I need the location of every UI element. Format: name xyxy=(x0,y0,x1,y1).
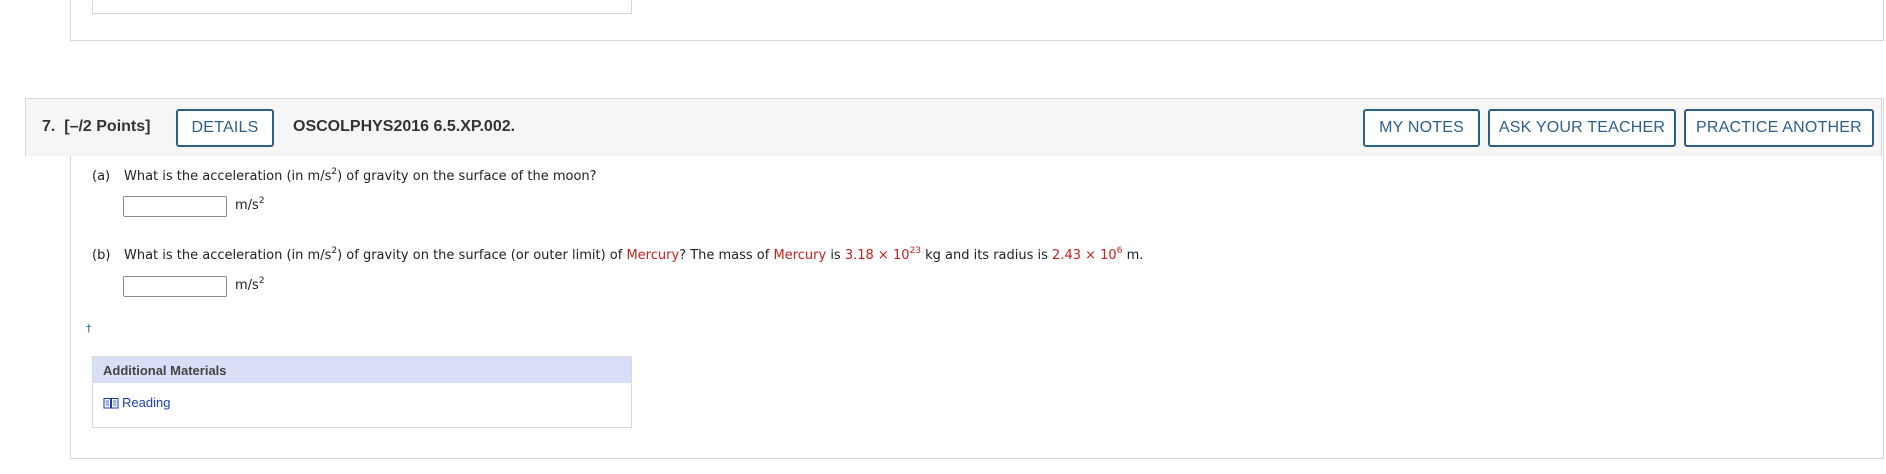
part-b-text-3: ? The mass of xyxy=(679,248,774,263)
part-a-unit-superscript: 2 xyxy=(258,195,265,206)
points-label: [–/2 Points] xyxy=(64,118,151,135)
part-b-unit-text: m/s xyxy=(235,278,259,293)
mass-exponent: 23 xyxy=(909,245,921,256)
planet-name: Mercury xyxy=(626,248,680,263)
part-b-label: (b) xyxy=(92,248,111,263)
previous-question-inner-box xyxy=(92,0,632,14)
radius-exponent: 6 xyxy=(1116,245,1123,256)
ask-your-teacher-button[interactable]: ASK YOUR TEACHER xyxy=(1488,109,1676,147)
part-a-text-end: ) of gravity on the surface of the moon? xyxy=(337,169,597,184)
part-a-superscript: 2 xyxy=(331,166,338,177)
radius-value: 2.43 × 106 xyxy=(1052,245,1123,263)
footnote-dagger: † xyxy=(86,322,92,335)
question-code: OSCOLPHYS2016 6.5.XP.002. xyxy=(293,118,516,135)
radius-mantissa: 2.43 × 10 xyxy=(1052,248,1117,263)
book-icon xyxy=(103,397,119,408)
practice-another-button[interactable]: PRACTICE ANOTHER xyxy=(1684,109,1874,147)
part-a-unit: m/s2 xyxy=(235,195,265,213)
part-b-superscript: 2 xyxy=(331,245,338,256)
part-b-text-5: kg and its radius is xyxy=(920,248,1053,263)
part-a-question: (a) What is the acceleration (in m/s2) of… xyxy=(92,166,597,184)
mass-mantissa: 3.18 × 10 xyxy=(844,248,910,263)
part-b-question: (b) What is the acceleration (in m/s2) of… xyxy=(92,245,1144,263)
additional-materials-box: Additional Materials Reading xyxy=(92,356,632,428)
question-header: 7. [–/2 Points] DETAILS OSCOLPHYS2016 6.… xyxy=(25,98,1882,156)
part-a-label: (a) xyxy=(92,169,111,184)
reading-link[interactable]: Reading xyxy=(103,395,170,410)
part-a-answer-input[interactable] xyxy=(123,196,227,217)
part-b-answer-input[interactable] xyxy=(123,276,227,297)
part-b-unit: m/s2 xyxy=(235,275,265,293)
part-a-unit-text: m/s xyxy=(235,198,259,213)
question-number: 7. [–/2 Points] xyxy=(42,118,150,136)
question-number-label: 7. xyxy=(42,118,56,135)
part-b-text-2: ) of gravity on the surface (or outer li… xyxy=(337,248,627,263)
part-b-text-4: is xyxy=(826,248,845,263)
reading-link-label[interactable]: Reading xyxy=(122,395,170,410)
mass-value: 3.18 × 1023 xyxy=(844,245,921,263)
planet-name-2: Mercury xyxy=(773,248,827,263)
part-b-text-6: m. xyxy=(1122,248,1144,263)
details-button[interactable]: DETAILS xyxy=(176,109,274,147)
my-notes-button[interactable]: MY NOTES xyxy=(1363,109,1480,147)
part-a-text: What is the acceleration (in m/s xyxy=(124,169,332,184)
part-b-text: What is the acceleration (in m/s xyxy=(124,248,332,263)
part-b-unit-superscript: 2 xyxy=(258,275,265,286)
additional-materials-header: Additional Materials xyxy=(93,357,631,383)
